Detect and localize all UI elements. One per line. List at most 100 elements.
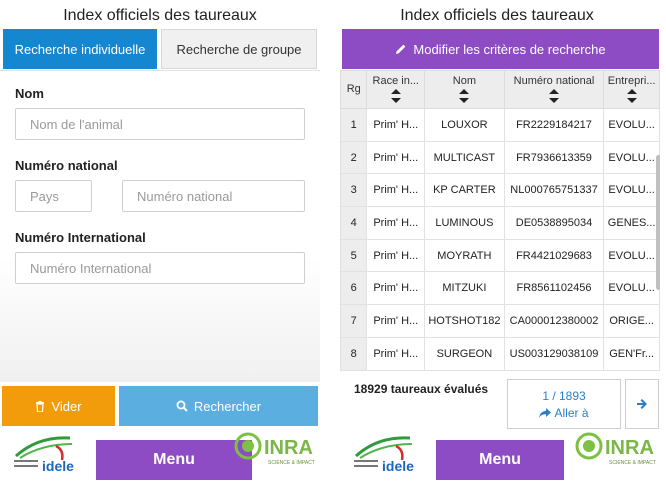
cell-name: SURGEON <box>424 336 505 371</box>
inra-logo-text: INRA <box>605 437 654 459</box>
table-row[interactable]: 6 Prim' H... MITZUKI FR8561102456 EVOLU.… <box>340 271 660 306</box>
goto-link[interactable]: Aller à <box>539 406 589 420</box>
cell-breed: Prim' H... <box>366 108 426 142</box>
pencil-icon <box>396 44 406 54</box>
table-row[interactable]: 5 Prim' H... MOYRATH FR4421029683 EVOLU.… <box>340 238 660 273</box>
share-arrow-icon <box>539 407 552 418</box>
search-form: Nom Numéro national Numéro International <box>0 70 320 382</box>
trash-icon <box>36 400 45 412</box>
sort-arrows-icon[interactable] <box>626 89 637 103</box>
search-icon <box>176 400 188 412</box>
cell-national-number: FR2229184217 <box>503 108 605 142</box>
cell-company: EVOLU... <box>603 108 660 142</box>
table-row[interactable]: 8 Prim' H... SURGEON US003129038109 GEN'… <box>340 336 660 371</box>
international-number-input[interactable] <box>15 252 305 284</box>
page-indicator: 1 / 1893 <box>542 388 586 403</box>
table-header-row: Rg Race in... Nom Numéro national Entrep… <box>340 70 660 109</box>
clear-button[interactable]: Vider <box>2 386 115 426</box>
idele-logo: idele <box>14 436 74 474</box>
cell-company: EVOLU... <box>603 271 660 306</box>
cell-rank: 3 <box>340 173 368 208</box>
individual-search-screen: Index officiels des taureaux Recherche i… <box>0 0 325 489</box>
cell-rank: 5 <box>340 238 368 273</box>
cell-breed: Prim' H... <box>366 304 426 338</box>
cell-breed: Prim' H... <box>366 173 426 208</box>
country-input[interactable] <box>15 180 92 212</box>
results-screen: Index officiels des taureaux Modifier le… <box>337 0 662 489</box>
cell-name: MOYRATH <box>424 238 505 273</box>
cell-national-number: FR7936613359 <box>503 140 605 175</box>
sort-arrows-icon[interactable] <box>390 89 401 103</box>
modify-criteria-button[interactable]: Modifier les critères de recherche <box>342 29 659 69</box>
cell-breed: Prim' H... <box>366 336 426 371</box>
sort-arrows-icon[interactable] <box>549 89 559 103</box>
cell-breed: Prim' H... <box>366 140 426 175</box>
cell-breed: Prim' H... <box>366 238 426 273</box>
inra-tagline: SCIENCE & IMPACT <box>268 460 315 466</box>
idele-logo-text: idele <box>42 458 74 474</box>
clear-label: Vider <box>51 398 82 414</box>
cell-company: EVOLU... <box>603 140 660 175</box>
cell-rank: 1 <box>340 108 368 142</box>
search-button[interactable]: Rechercher <box>119 386 318 426</box>
cell-company: GENES... <box>603 206 660 240</box>
national-number-label: Numéro national <box>15 158 118 173</box>
cell-company: EVOLU... <box>603 238 660 273</box>
column-header-rank: Rg <box>340 70 368 109</box>
animal-name-input[interactable] <box>15 108 305 140</box>
column-header-label: Entrepri... <box>607 75 656 87</box>
inra-logo: INRA SCIENCE & IMPACT <box>575 432 656 466</box>
modify-criteria-label: Modifier les critères de recherche <box>413 41 606 57</box>
table-scrollbar[interactable] <box>656 155 660 290</box>
cell-breed: Prim' H... <box>366 271 426 306</box>
column-header-label: Numéro national <box>513 75 595 87</box>
national-number-input[interactable] <box>122 180 305 212</box>
column-header-company[interactable]: Entrepri... <box>603 70 660 109</box>
idele-logo-text: idele <box>382 458 414 474</box>
column-header-name[interactable]: Nom <box>424 70 505 109</box>
cell-name: HOTSHOT182 <box>424 304 505 338</box>
cell-national-number: CA000012380002 <box>503 304 605 338</box>
cell-rank: 8 <box>340 336 368 371</box>
results-count: 18929 taureaux évalués <box>354 382 489 396</box>
inra-logo: INRA SCIENCE & IMPACT <box>234 432 315 466</box>
tab-individual-search[interactable]: Recherche individuelle <box>3 29 157 69</box>
cell-name: KP CARTER <box>424 173 505 208</box>
inra-logo-text: INRA <box>264 437 313 459</box>
cell-national-number: FR8561102456 <box>503 271 605 306</box>
table-row[interactable]: 1 Prim' H... LOUXOR FR2229184217 EVOLU..… <box>340 108 660 142</box>
table-row[interactable]: 7 Prim' H... HOTSHOT182 CA000012380002 O… <box>340 304 660 338</box>
page-title: Index officiels des taureaux <box>63 7 257 24</box>
cell-breed: Prim' H... <box>366 206 426 240</box>
cell-rank: 2 <box>340 140 368 175</box>
menu-button[interactable]: Menu <box>96 440 252 480</box>
pagination-goto-button[interactable]: 1 / 1893 Aller à <box>507 379 621 429</box>
menu-button[interactable]: Menu <box>436 440 564 480</box>
international-number-label: Numéro International <box>15 230 146 245</box>
column-header-breed[interactable]: Race in... <box>366 70 426 109</box>
page-title: Index officiels des taureaux <box>400 7 594 24</box>
cell-company: EVOLU... <box>603 173 660 208</box>
cell-rank: 4 <box>340 206 368 240</box>
cell-rank: 7 <box>340 304 368 338</box>
column-header-national-number[interactable]: Numéro national <box>503 70 605 109</box>
table-row[interactable]: 4 Prim' H... LUMINOUS DE0538895034 GENES… <box>340 206 660 240</box>
tab-group-search[interactable]: Recherche de groupe <box>161 29 317 69</box>
inra-tagline: SCIENCE & IMPACT <box>609 460 656 466</box>
cell-national-number: FR4421029683 <box>503 238 605 273</box>
sort-arrows-icon[interactable] <box>459 89 470 103</box>
cell-national-number: US003129038109 <box>503 336 605 371</box>
cell-name: LOUXOR <box>424 108 505 142</box>
idele-logo: idele <box>354 436 414 474</box>
cell-national-number: NL000765751337 <box>503 173 605 208</box>
arrow-right-icon <box>637 399 647 409</box>
name-label: Nom <box>15 86 44 101</box>
cell-name: MULTICAST <box>424 140 505 175</box>
column-header-label: Rg <box>346 83 361 95</box>
cell-company: GEN'Fr... <box>603 336 660 371</box>
search-label: Rechercher <box>193 398 262 414</box>
table-row[interactable]: 2 Prim' H... MULTICAST FR7936613359 EVOL… <box>340 140 660 175</box>
next-page-button[interactable] <box>625 379 659 429</box>
cell-company: ORIGE... <box>603 304 660 338</box>
table-row[interactable]: 3 Prim' H... KP CARTER NL000765751337 EV… <box>340 173 660 208</box>
